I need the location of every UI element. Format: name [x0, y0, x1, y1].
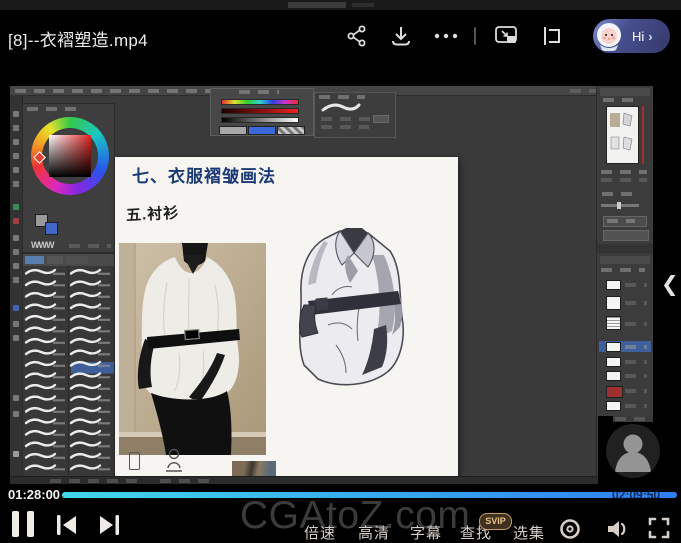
csp-brush-list-panel [22, 253, 115, 478]
window-title-smudge [288, 2, 346, 8]
sub-color-swatch [248, 126, 276, 135]
csp-tool-property-panel [314, 92, 396, 138]
dropdown [603, 216, 647, 227]
menu-speed[interactable]: 倍速 [304, 522, 336, 543]
header-divider [474, 27, 476, 45]
sketch-figure [163, 448, 185, 474]
menu-subtitles[interactable]: 字幕 [410, 522, 442, 543]
window-title-smudge [352, 3, 374, 7]
transparent-color-icon: WWW [31, 240, 53, 250]
account-label: Hi [632, 29, 644, 44]
csp-color-wheel-panel: WWW [22, 103, 115, 253]
pause-button[interactable] [12, 511, 34, 542]
volume-icon[interactable] [604, 517, 630, 541]
window-titlebar-fragment [0, 0, 681, 10]
next-episode-button[interactable] [96, 513, 122, 542]
progress-fill [62, 492, 677, 498]
previous-episode-button[interactable] [54, 513, 80, 542]
layer-thumb-red [606, 386, 623, 398]
reference-photo [119, 243, 266, 455]
lesson-heading: 七、衣服褶皱画法 [132, 162, 276, 187]
duration-time: 02:09:50 [612, 488, 660, 502]
chevron-right-icon: › [648, 29, 652, 44]
collapse-panel-chevron-icon[interactable]: ❮ [661, 274, 679, 295]
handwritten-note: 五.衬衫 [125, 202, 179, 226]
svip-badge: SVIP [479, 513, 512, 530]
presenter-strip [613, 416, 653, 422]
csp-statusbar [10, 476, 653, 484]
video-surface[interactable]: WWW [10, 86, 653, 484]
presenter-avatar [606, 424, 660, 478]
menu-quality[interactable]: 高清 [358, 522, 390, 543]
video-player-app: [8]--衣褶塑造.mp4 [0, 0, 681, 543]
csp-canvas: 七、衣服褶皱画法 五.衬衫 [115, 157, 458, 478]
fullscreen-icon[interactable] [648, 517, 670, 539]
transparent-swatch [277, 126, 305, 135]
slider-knob [617, 202, 621, 209]
download-icon[interactable] [389, 24, 413, 48]
photo-thumbnail [232, 461, 276, 476]
main-color-swatch [219, 126, 247, 135]
menu-episodes[interactable]: 选集 [513, 522, 545, 543]
shirt-illustration [288, 225, 415, 395]
share-icon[interactable] [345, 24, 369, 48]
color-swatch-blue [45, 222, 58, 235]
sketch-rectangle [129, 452, 140, 470]
saturation-value-box [49, 135, 91, 177]
picture-in-picture-icon[interactable] [494, 24, 520, 48]
mascot-avatar-icon [594, 21, 624, 51]
video-title: [8]--衣褶塑造.mp4 [8, 26, 148, 51]
record-ring-icon[interactable] [558, 517, 582, 541]
navigator-thumbnail [606, 106, 639, 164]
progress-bar[interactable] [62, 492, 677, 498]
more-options-icon[interactable] [433, 26, 459, 46]
button [603, 230, 649, 241]
current-time: 01:28:00 [8, 487, 60, 502]
mini-window-icon[interactable] [539, 24, 563, 48]
account-pill[interactable]: Hi › [593, 19, 670, 53]
csp-color-slider-panel [210, 88, 314, 136]
